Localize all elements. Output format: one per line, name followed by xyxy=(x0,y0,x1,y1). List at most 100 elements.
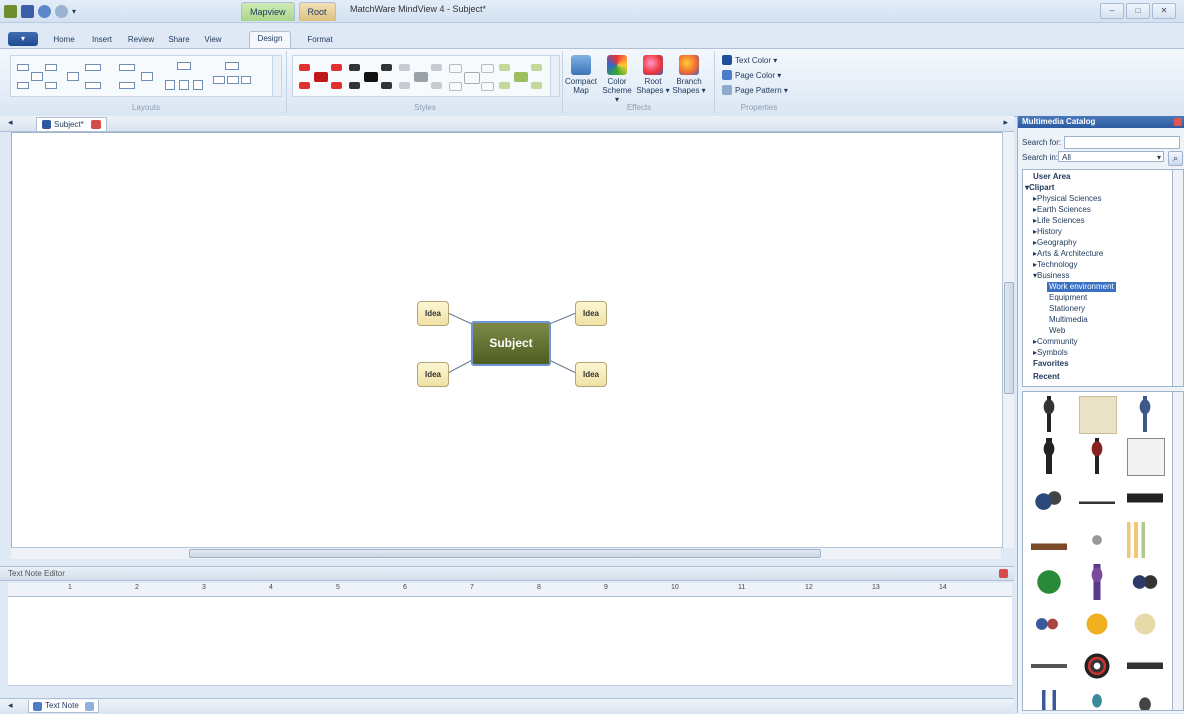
clipart-man-red-icon[interactable] xyxy=(1079,438,1115,474)
clipart-org-people-icon[interactable] xyxy=(1031,690,1067,710)
tab-design[interactable]: Design xyxy=(249,31,291,48)
style-gray-icon[interactable] xyxy=(399,62,443,92)
customize-qat-icon[interactable]: ▾ xyxy=(72,7,76,16)
tab-scroll-left-icon[interactable]: ◂ xyxy=(8,117,13,128)
idea-node-top-left[interactable]: Idea xyxy=(417,301,449,326)
style-green-icon[interactable] xyxy=(499,62,543,92)
clipart-flowchart-icon[interactable] xyxy=(1079,522,1115,558)
clipart-worker-icon[interactable] xyxy=(1127,690,1163,710)
clipart-coins-icon[interactable] xyxy=(1079,606,1115,642)
tab-insert[interactable]: Insert xyxy=(84,33,120,47)
tree-item-multimedia[interactable]: Multimedia xyxy=(1049,315,1088,325)
application-menu-button[interactable]: ▾ xyxy=(8,32,38,46)
tree-item-recent[interactable]: Recent xyxy=(1033,372,1060,382)
idea-node-bottom-right[interactable]: Idea xyxy=(575,362,607,387)
layout-org-chart-icon[interactable] xyxy=(211,62,251,90)
minimize-button[interactable]: – xyxy=(1100,3,1124,19)
clipart-woman-icon[interactable] xyxy=(1127,396,1163,432)
tab-review[interactable]: Review xyxy=(122,33,160,47)
maximize-button[interactable]: □ xyxy=(1126,3,1150,19)
tree-item-web[interactable]: Web xyxy=(1049,326,1065,336)
style-red-icon[interactable] xyxy=(299,62,343,92)
tree-scrollbar[interactable] xyxy=(1172,169,1184,387)
document-tab[interactable]: Subject* xyxy=(36,117,107,131)
save-icon[interactable] xyxy=(21,4,34,18)
search-in-select[interactable]: All ▾ xyxy=(1058,151,1164,162)
undo-icon[interactable] xyxy=(38,4,51,18)
close-text-note-icon[interactable] xyxy=(999,569,1008,578)
root-shapes-button[interactable]: Root Shapes ▾ xyxy=(636,55,670,95)
clipart-bar-chart-icon[interactable] xyxy=(1127,522,1163,558)
clipart-standing-person-icon[interactable] xyxy=(1079,690,1115,710)
layout-top-down-icon[interactable] xyxy=(163,62,203,90)
tree-item-favorites[interactable]: Favorites xyxy=(1033,359,1069,369)
context-tab-mapview[interactable]: Mapview xyxy=(241,2,295,21)
canvas-horizontal-thumb[interactable] xyxy=(189,549,821,558)
tree-item-history[interactable]: ▸History xyxy=(1033,227,1062,237)
gallery-scrollbar[interactable] xyxy=(1172,391,1184,711)
tree-item-community[interactable]: ▸Community xyxy=(1033,337,1077,347)
text-color-button[interactable]: Text Color ▾ xyxy=(722,55,777,65)
tree-item-stationery[interactable]: Stationery xyxy=(1049,304,1085,314)
clipart-money-icon[interactable] xyxy=(1127,606,1163,642)
page-color-button[interactable]: Page Color ▾ xyxy=(722,70,781,80)
tab-view[interactable]: View xyxy=(198,33,228,47)
clipart-businessman-icon[interactable] xyxy=(1031,396,1067,432)
close-catalog-icon[interactable] xyxy=(1174,118,1182,126)
compact-map-button[interactable]: Compact Map xyxy=(564,55,598,95)
tree-item-clipart[interactable]: ▾Clipart xyxy=(1025,183,1054,193)
search-for-input[interactable] xyxy=(1064,136,1180,149)
close-document-icon[interactable] xyxy=(90,120,101,129)
close-button[interactable]: ✕ xyxy=(1152,3,1176,19)
tree-item-arts-architecture[interactable]: ▸Arts & Architecture xyxy=(1033,249,1103,259)
tree-item-life-sciences[interactable]: ▸Life Sciences xyxy=(1033,216,1085,226)
redo-icon[interactable] xyxy=(55,4,68,18)
tree-item-geography[interactable]: ▸Geography xyxy=(1033,238,1077,248)
canvas-vertical-scrollbar[interactable] xyxy=(1002,132,1014,548)
clipart-meeting-icon[interactable] xyxy=(1031,480,1067,516)
tree-item-earth-sciences[interactable]: ▸Earth Sciences xyxy=(1033,205,1091,215)
layouts-gallery-scroll[interactable] xyxy=(272,56,281,96)
clipart-running-man-icon[interactable] xyxy=(1031,438,1067,474)
clipart-team-icon[interactable] xyxy=(1031,606,1067,642)
new-note-icon[interactable] xyxy=(84,701,94,711)
clipart-dartboard-icon[interactable] xyxy=(1079,648,1115,684)
clipart-desk-icon[interactable] xyxy=(1079,480,1115,516)
context-tab-root[interactable]: Root xyxy=(298,2,336,21)
tree-item-business[interactable]: ▾Business xyxy=(1033,271,1069,281)
layout-left-map-icon[interactable] xyxy=(115,62,155,90)
clipart-office-icon[interactable] xyxy=(1031,648,1067,684)
clipart-handshake-icon[interactable] xyxy=(1127,480,1163,516)
tree-item-equipment[interactable]: Equipment xyxy=(1049,293,1087,303)
tab-home[interactable]: Home xyxy=(46,33,82,47)
tree-item-physical-sciences[interactable]: ▸Physical Sciences xyxy=(1033,194,1102,204)
styles-gallery-scroll[interactable] xyxy=(550,56,559,96)
canvas-vertical-thumb[interactable] xyxy=(1004,282,1014,394)
style-outline-icon[interactable] xyxy=(449,62,494,92)
clipart-two-people-icon[interactable] xyxy=(1127,564,1163,600)
page-pattern-button[interactable]: Page Pattern ▾ xyxy=(722,85,788,95)
branch-shapes-button[interactable]: Branch Shapes ▾ xyxy=(672,55,706,95)
note-tab-scroll-left-icon[interactable]: ◂ xyxy=(8,700,13,711)
tree-item-work-environment[interactable]: Work environment xyxy=(1047,282,1116,292)
clipart-person-purple-icon[interactable] xyxy=(1079,564,1115,600)
style-black-icon[interactable] xyxy=(349,62,393,92)
tab-scroll-right-icon[interactable]: ▸ xyxy=(1003,117,1008,128)
search-icon[interactable]: ⌕ xyxy=(1168,151,1183,166)
clipart-pie-chart-icon[interactable] xyxy=(1031,564,1067,600)
tab-share[interactable]: Share xyxy=(162,33,196,47)
clipart-handshake-2-icon[interactable] xyxy=(1127,648,1163,684)
catalog-tree[interactable]: User Area ▾Clipart ▸Physical Sciences ▸E… xyxy=(1022,169,1174,387)
clipart-document-icon[interactable] xyxy=(1079,396,1117,434)
map-canvas[interactable]: Idea Idea Idea Idea Subject xyxy=(11,132,1003,548)
app-logo-icon[interactable] xyxy=(4,4,17,18)
clipart-clipboard-icon[interactable] xyxy=(1127,438,1165,476)
root-node-subject[interactable]: Subject xyxy=(471,321,551,366)
canvas-horizontal-scrollbar[interactable] xyxy=(11,547,1001,559)
text-note-tab[interactable]: Text Note xyxy=(28,700,99,713)
layout-right-map-icon[interactable] xyxy=(67,62,107,90)
tree-item-symbols[interactable]: ▸Symbols xyxy=(1033,348,1068,358)
clipart-gallery[interactable] xyxy=(1022,391,1173,711)
tree-item-user-area[interactable]: User Area xyxy=(1033,172,1071,182)
clipart-hand-icon[interactable] xyxy=(1031,522,1067,558)
